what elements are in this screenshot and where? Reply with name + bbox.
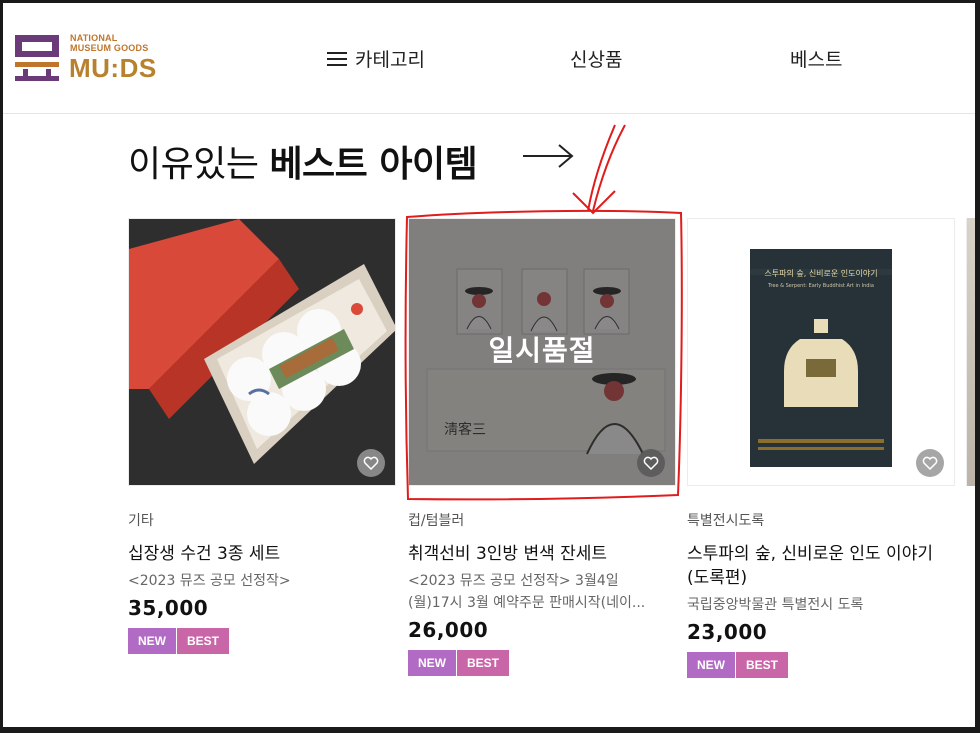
product-image[interactable]: 淸客三 일시품절 xyxy=(408,218,676,486)
product-price: 26,000 xyxy=(408,618,489,642)
product-badges: NEW BEST xyxy=(687,652,955,678)
product-category: 컵/텀블러 xyxy=(408,513,465,529)
product-card[interactable]: 기타 십장생 수건 3종 세트 <2023 뮤즈 공모 선정작> 35,000 … xyxy=(128,218,396,654)
product-badges: NEW BEST xyxy=(128,628,396,654)
best-badge: BEST xyxy=(457,650,510,676)
book-image: 스투파의 숲, 신비로운 인도이야기 Tree & Serpent: Early… xyxy=(688,219,954,485)
wishlist-heart-icon[interactable] xyxy=(916,449,944,477)
nav-new-products-label: 신상품 xyxy=(570,49,623,71)
page-frame: NATIONAL MUSEUM GOODS MU:DS 카테고리 신상품 베스트… xyxy=(3,3,975,727)
towel-set-image xyxy=(129,219,395,485)
product-category: 기타 xyxy=(128,513,154,529)
next-product-card-partial[interactable] xyxy=(966,218,975,486)
logo-brand: MU:DS xyxy=(69,53,157,83)
nav-new-products[interactable]: 신상품 xyxy=(570,45,622,72)
product-price: 23,000 xyxy=(687,620,768,644)
product-description: 국립중앙박물관 특별전시 도록 xyxy=(687,597,864,613)
section-title-bold: 베스트 아이템 xyxy=(269,144,478,185)
product-description: <2023 뮤즈 공모 선정작> 3월4일 (월)17시 3월 예약주문 판매시… xyxy=(408,573,646,611)
product-image[interactable]: 스투파의 숲, 신비로운 인도이야기 Tree & Serpent: Early… xyxy=(687,218,955,486)
nav-best-label: 베스트 xyxy=(790,49,843,71)
new-badge: NEW xyxy=(128,628,176,654)
menu-icon xyxy=(327,51,347,67)
wishlist-heart-icon[interactable] xyxy=(637,449,665,477)
nav-category-label: 카테고리 xyxy=(355,49,425,71)
product-description: <2023 뮤즈 공모 선정작> xyxy=(128,573,291,589)
product-badges: NEW BEST xyxy=(408,650,676,676)
section-title: 이유있는 베스트 아이템 xyxy=(128,135,478,187)
arrow-right-icon[interactable] xyxy=(521,141,577,171)
nav-best[interactable]: 베스트 xyxy=(790,45,842,72)
new-badge: NEW xyxy=(408,650,456,676)
book-title: 스투파의 숲, 신비로운 인도이야기 xyxy=(764,268,877,278)
site-header: NATIONAL MUSEUM GOODS MU:DS 카테고리 신상품 베스트 xyxy=(3,3,975,114)
logo-mark-icon xyxy=(15,35,59,81)
best-badge: BEST xyxy=(177,628,230,654)
product-name[interactable]: 취객선비 3인방 변색 잔세트 xyxy=(408,542,676,566)
product-card[interactable]: 스투파의 숲, 신비로운 인도이야기 Tree & Serpent: Early… xyxy=(687,218,955,678)
product-name[interactable]: 스투파의 숲, 신비로운 인도 이야기 (도록편) xyxy=(687,542,937,590)
sold-out-label: 일시품절 xyxy=(488,334,596,367)
product-price: 35,000 xyxy=(128,596,209,620)
logo-subtitle: NATIONAL MUSEUM GOODS xyxy=(70,33,149,53)
section-title-light: 이유있는 xyxy=(128,144,270,185)
product-category: 특별전시도록 xyxy=(687,513,765,529)
nav-category[interactable]: 카테고리 xyxy=(327,45,425,72)
product-image[interactable] xyxy=(128,218,396,486)
product-card[interactable]: 淸客三 일시품절 컵/텀블러 취객선비 3인방 변색 잔세트 <2023 뮤즈 … xyxy=(408,218,676,676)
book-subtitle: Tree & Serpent: Early Buddhist Art in In… xyxy=(767,283,874,289)
product-name[interactable]: 십장생 수건 3종 세트 xyxy=(128,542,396,566)
best-badge: BEST xyxy=(736,652,789,678)
new-badge: NEW xyxy=(687,652,735,678)
site-logo[interactable]: NATIONAL MUSEUM GOODS MU:DS xyxy=(13,31,163,87)
wishlist-heart-icon[interactable] xyxy=(357,449,385,477)
